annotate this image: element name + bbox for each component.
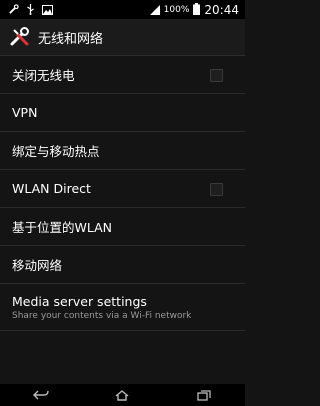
setting-label: 基于位置的WLAN (12, 220, 113, 235)
clock: 20:44 (204, 2, 239, 17)
airplane-mode-checkbox[interactable] (210, 68, 223, 82)
wlan-direct-checkbox[interactable] (210, 182, 223, 196)
usb-icon (26, 0, 35, 19)
setting-label: WLAN Direct (12, 181, 91, 196)
navigation-bar (0, 384, 245, 406)
battery-percent: 100% (163, 4, 190, 15)
battery-icon (193, 0, 201, 19)
setting-label: 移动网络 (12, 258, 63, 273)
tools-icon (8, 0, 19, 19)
home-icon[interactable] (102, 384, 142, 406)
action-bar: 无线和网络 (0, 19, 245, 56)
setting-vpn[interactable]: VPN (0, 94, 245, 132)
setting-tethering-hotspot[interactable]: 绑定与移动热点 (0, 132, 245, 170)
settings-list: 关闭无线电 VPN 绑定与移动热点 WLAN Direct 基于位置的WLAN … (0, 56, 245, 331)
setting-wlan-direct[interactable]: WLAN Direct (0, 170, 245, 208)
image-icon (42, 0, 53, 19)
setting-media-server[interactable]: Media server settings Share your content… (0, 284, 245, 331)
tools-icon[interactable] (6, 23, 34, 51)
setting-airplane-mode[interactable]: 关闭无线电 (0, 56, 245, 94)
signal-icon (149, 0, 160, 19)
setting-label: Media server settings (12, 293, 147, 309)
setting-label: VPN (12, 105, 38, 120)
back-icon[interactable] (21, 384, 61, 406)
status-bar: 100% 20:44 (0, 0, 245, 19)
page-title: 无线和网络 (38, 31, 104, 47)
setting-mobile-network[interactable]: 移动网络 (0, 246, 245, 284)
setting-location-wlan[interactable]: 基于位置的WLAN (0, 208, 245, 246)
setting-label: 绑定与移动热点 (12, 144, 100, 159)
recent-apps-icon[interactable] (184, 384, 224, 406)
setting-label: 关闭无线电 (12, 68, 75, 83)
setting-subtitle: Share your contents via a Wi-Fi network (12, 310, 192, 321)
